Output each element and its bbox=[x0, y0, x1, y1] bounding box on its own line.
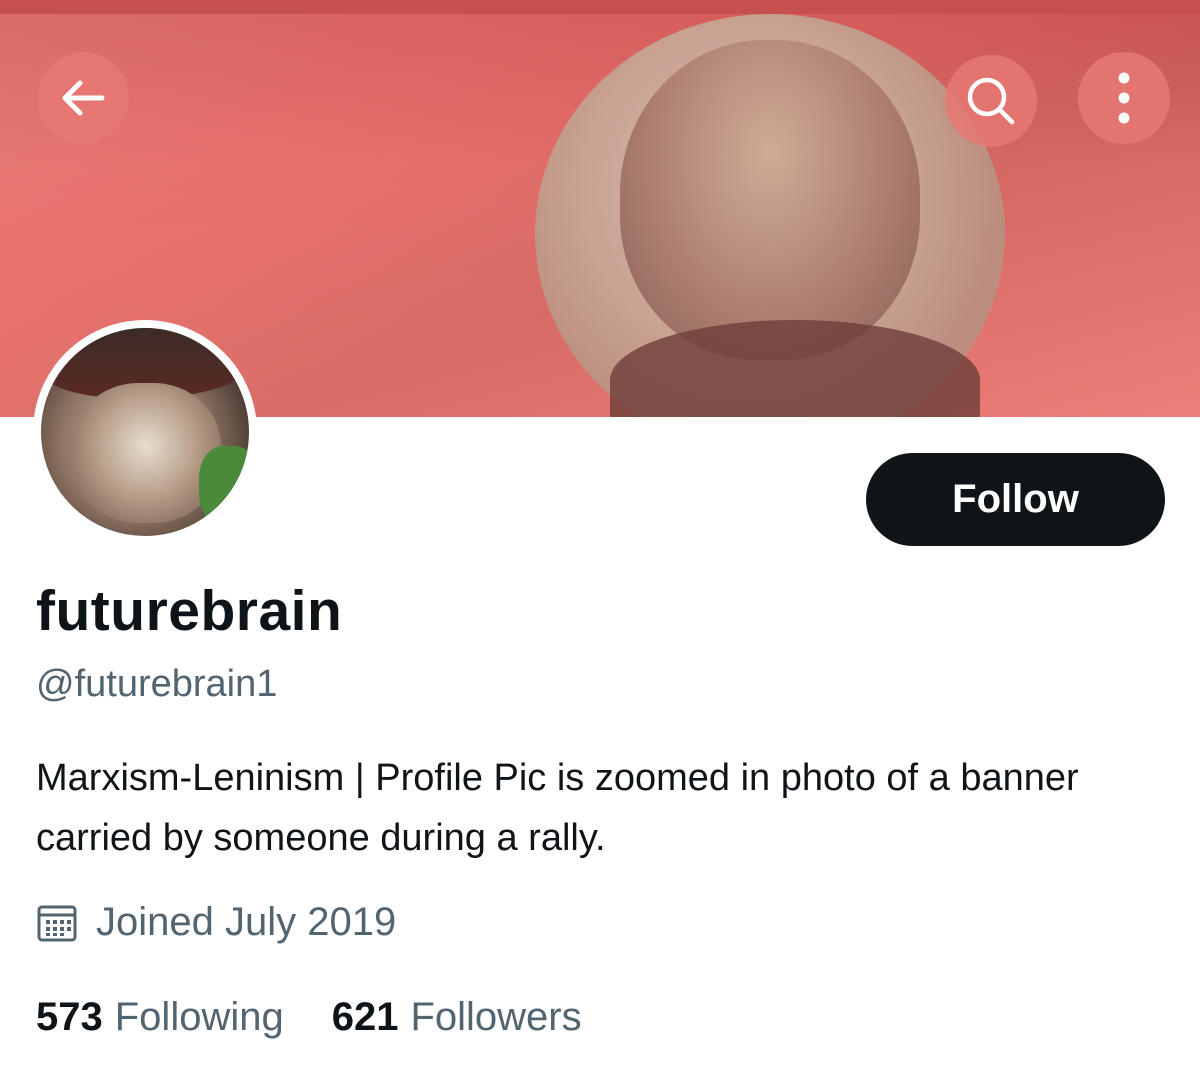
calendar-icon bbox=[37, 905, 77, 941]
arrow-left-icon bbox=[62, 80, 105, 116]
following-count: 573 bbox=[36, 995, 103, 1039]
follow-button[interactable]: Follow bbox=[866, 453, 1165, 546]
search-icon bbox=[967, 77, 1015, 125]
banner-top-strip bbox=[0, 0, 1200, 14]
search-button[interactable] bbox=[945, 55, 1037, 147]
following-stat[interactable]: 573 Following bbox=[36, 995, 284, 1040]
profile-bio: Marxism-Leninism | Profile Pic is zoomed… bbox=[36, 757, 1079, 859]
joined-date: Joined July 2019 bbox=[36, 900, 396, 945]
more-vertical-icon bbox=[1118, 72, 1130, 124]
avatar[interactable] bbox=[41, 328, 249, 536]
user-handle: @futurebrain1 bbox=[36, 663, 278, 705]
avatar-face-shape bbox=[71, 383, 221, 523]
back-button[interactable] bbox=[37, 52, 129, 144]
following-label: Following bbox=[114, 995, 284, 1039]
follow-stats: 573 Following 621 Followers bbox=[36, 995, 582, 1040]
followers-label: Followers bbox=[410, 995, 582, 1039]
banner-portrait-head bbox=[620, 40, 920, 360]
display-name: futurebrain bbox=[36, 579, 343, 643]
followers-stat[interactable]: 621 Followers bbox=[332, 995, 582, 1040]
avatar-ring[interactable] bbox=[33, 320, 257, 544]
more-options-button[interactable] bbox=[1078, 52, 1170, 144]
joined-text: Joined July 2019 bbox=[96, 900, 397, 944]
avatar-collar-shape bbox=[199, 446, 249, 526]
followers-count: 621 bbox=[331, 995, 399, 1039]
